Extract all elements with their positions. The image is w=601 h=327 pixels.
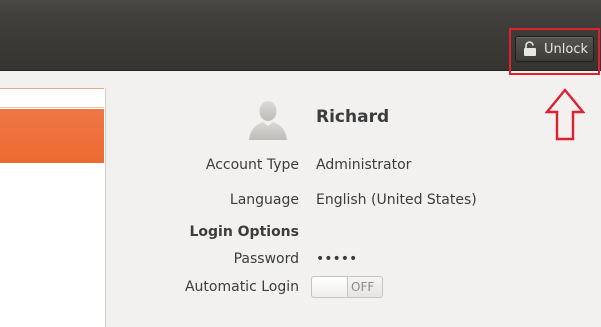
arrow-up-icon [545,88,585,141]
language-label: Language [229,192,299,208]
password-label: Password [233,251,299,267]
users-list [0,88,106,327]
account-type-label: Account Type [205,157,299,173]
login-options-title: Login Options [189,224,299,240]
language-value[interactable]: English (United States) [316,192,477,208]
toggle-state: OFF [351,280,375,294]
toggle-knob [312,277,348,297]
account-type-value[interactable]: Administrator [316,157,411,173]
automatic-login-label: Automatic Login [184,279,299,295]
password-value[interactable]: ••••• [316,251,357,267]
list-item[interactable] [0,88,104,108]
automatic-login-toggle[interactable]: OFF [311,276,383,298]
list-item-selected[interactable] [0,109,104,163]
user-silhouette-icon[interactable] [246,97,290,141]
highlight-box [509,28,600,75]
user-name[interactable]: Richard [316,107,389,127]
